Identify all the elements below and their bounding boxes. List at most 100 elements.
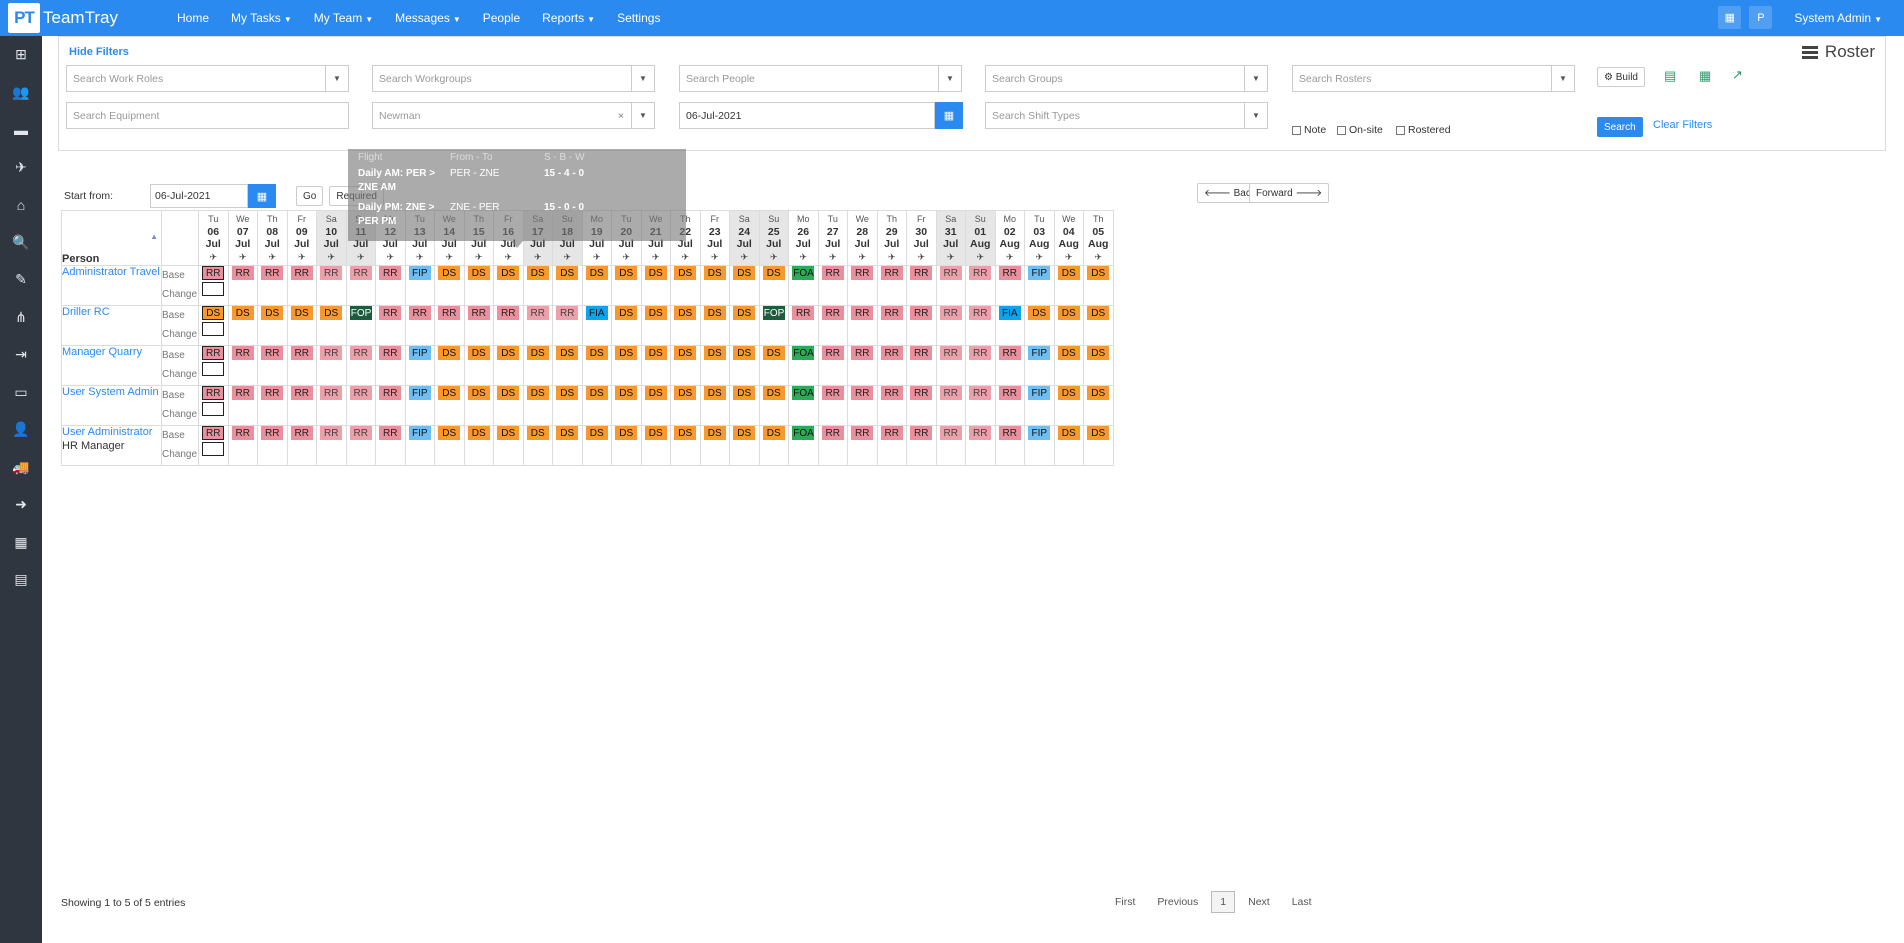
rostered-checkbox[interactable]: Rostered (1396, 124, 1451, 136)
shift-badge[interactable]: RR (556, 306, 579, 320)
shift-badge[interactable]: RR (821, 426, 844, 440)
shift-badge[interactable]: DS (585, 346, 608, 360)
shift-badge[interactable]: DS (467, 426, 490, 440)
shift-badge[interactable]: RR (320, 346, 343, 360)
shift-badge[interactable]: DS (202, 306, 225, 320)
plane-icon[interactable]: ✈ (435, 251, 464, 264)
shift-cell[interactable]: DS (1053, 385, 1084, 426)
shift-cell[interactable]: DS (1083, 425, 1114, 466)
shift-badge[interactable]: RR (379, 346, 402, 360)
shift-cell[interactable]: DS (522, 385, 553, 426)
user-icon[interactable]: 👤 (0, 411, 42, 449)
checkbox[interactable] (1292, 125, 1301, 135)
shift-cell[interactable]: RR (965, 385, 996, 426)
shift-cell[interactable]: RR (935, 305, 966, 346)
shift-badge[interactable]: RR (202, 346, 225, 360)
shift-badge[interactable]: RR (202, 266, 225, 280)
shift-badge[interactable]: RR (320, 386, 343, 400)
shift-badge[interactable]: RR (821, 266, 844, 280)
plane-icon[interactable]: ✈ (996, 251, 1025, 264)
shift-badge[interactable]: DS (1057, 346, 1080, 360)
date-input[interactable]: 06-Jul-2021 (679, 102, 935, 129)
shift-cell[interactable]: RR (847, 385, 878, 426)
build-button[interactable]: ⚙ Build (1597, 67, 1645, 87)
shift-cell[interactable]: DS (463, 345, 494, 386)
shift-cell[interactable]: DS (434, 345, 465, 386)
shift-cell[interactable]: FIP (1024, 425, 1055, 466)
home-icon[interactable]: ⌂ (0, 186, 42, 224)
shift-cell[interactable]: RR (965, 425, 996, 466)
shift-badge[interactable]: DS (556, 426, 579, 440)
brand[interactable]: PT TeamTray (8, 3, 118, 33)
shift-badge[interactable]: DS (556, 346, 579, 360)
nav-my-team[interactable]: My Team ▼ (314, 11, 373, 25)
plane-icon[interactable]: ✈ (1055, 251, 1084, 264)
shift-cell[interactable]: RR (994, 345, 1025, 386)
change-input[interactable] (202, 362, 225, 376)
shift-badge[interactable]: RR (290, 266, 313, 280)
shift-cell[interactable]: RR (994, 385, 1025, 426)
shift-badge[interactable]: RR (349, 266, 372, 280)
hide-filters-link[interactable]: Hide Filters (69, 46, 129, 58)
plane-icon[interactable]: ✈ (494, 251, 523, 264)
truck-icon[interactable]: 🚚 (0, 449, 42, 487)
plane-icon[interactable]: ✈ (347, 251, 376, 264)
shift-cell[interactable]: RR (345, 425, 376, 466)
shift-badge[interactable]: DS (703, 386, 726, 400)
shift-cell[interactable]: RR (404, 305, 435, 346)
shift-badge[interactable]: DS (497, 426, 520, 440)
nav-reports[interactable]: Reports ▼ (542, 11, 595, 25)
shift-cell[interactable]: RR (876, 385, 907, 426)
shift-badge[interactable]: DS (526, 426, 549, 440)
shift-cell[interactable]: RR (876, 425, 907, 466)
shift-badge[interactable]: DS (497, 266, 520, 280)
nav-my-tasks[interactable]: My Tasks ▼ (231, 11, 292, 25)
shift-cell[interactable]: RR (198, 265, 229, 306)
shift-cell[interactable]: DS (758, 385, 789, 426)
user-menu[interactable]: System Admin ▼ (1794, 11, 1882, 25)
shift-badge[interactable]: RR (261, 266, 284, 280)
shift-badge[interactable]: RR (290, 386, 313, 400)
plane-icon[interactable]: ✈ (1084, 251, 1113, 264)
shift-badge[interactable]: DS (438, 426, 461, 440)
plane-icon[interactable]: ✈ (258, 251, 287, 264)
shift-cell[interactable]: RR (316, 385, 347, 426)
shift-cell[interactable]: FOP (758, 305, 789, 346)
shift-badge[interactable]: RR (939, 426, 962, 440)
go-button[interactable]: Go (296, 186, 324, 206)
book-icon[interactable]: ▤ (0, 561, 42, 599)
shift-cell[interactable]: RR (493, 305, 524, 346)
shift-cell[interactable]: DS (198, 305, 229, 346)
sort-asc-icon[interactable]: ▲ (150, 232, 158, 241)
shift-badge[interactable]: RR (497, 306, 520, 320)
shift-badge[interactable]: FOA (792, 266, 815, 280)
shift-badge[interactable]: DS (674, 306, 697, 320)
shift-badge[interactable]: FIP (408, 266, 431, 280)
previous-page-link[interactable]: Previous (1157, 896, 1198, 908)
shift-cell[interactable]: FOA (788, 345, 819, 386)
shift-cell[interactable]: DS (1053, 305, 1084, 346)
shift-cell[interactable]: FIP (1024, 345, 1055, 386)
shift-badge[interactable]: FOP (762, 306, 785, 320)
plane-icon[interactable]: ✈ (465, 251, 494, 264)
shift-badge[interactable]: FIP (408, 386, 431, 400)
shift-badge[interactable]: FIP (1028, 346, 1051, 360)
shift-badge[interactable]: FIP (1028, 426, 1051, 440)
people-select[interactable]: Search People ▼ (679, 65, 962, 92)
shift-badge[interactable]: RR (939, 386, 962, 400)
shift-badge[interactable]: DS (703, 266, 726, 280)
shift-badge[interactable]: RR (998, 346, 1021, 360)
plane-icon[interactable]: ✈ (406, 251, 435, 264)
shift-badge[interactable]: DS (615, 386, 638, 400)
shift-badge[interactable]: RR (998, 426, 1021, 440)
shift-badge[interactable]: RR (349, 346, 372, 360)
shift-cell[interactable]: DS (670, 345, 701, 386)
shift-cell[interactable]: DS (552, 265, 583, 306)
calendar-icon[interactable]: ▦ (0, 524, 42, 562)
shift-cell[interactable]: RR (906, 345, 937, 386)
shift-badge[interactable]: RR (821, 346, 844, 360)
newman-select[interactable]: Newman × ▼ (372, 102, 655, 129)
onsite-checkbox[interactable]: On-site (1337, 124, 1383, 136)
shift-badge[interactable]: RR (467, 306, 490, 320)
shift-cell[interactable]: RR (227, 385, 258, 426)
